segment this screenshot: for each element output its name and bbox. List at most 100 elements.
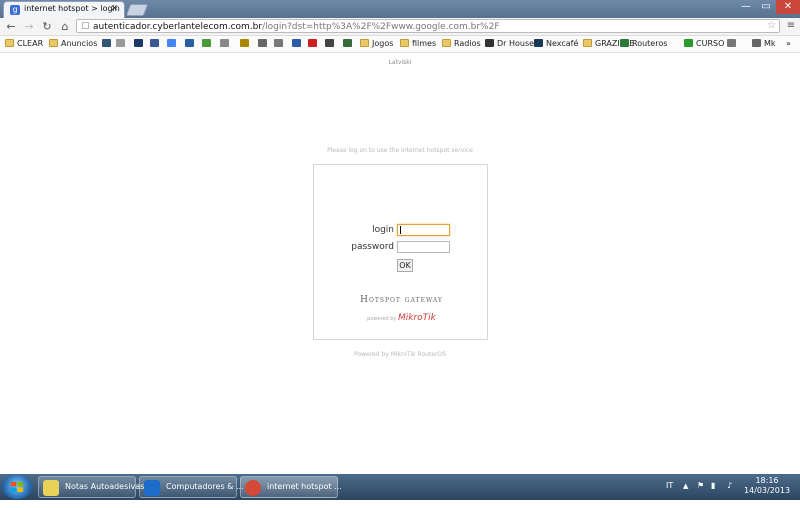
mikrotik-logo: MikroTik	[398, 313, 436, 323]
bookmark-label: Mk	[764, 39, 776, 48]
url-host: autenticador.cyberlantelecom.com.br	[93, 22, 263, 32]
maximize-button[interactable]: ▭	[756, 0, 776, 14]
browser-toolbar: ← → ↻ ⌂ ▢ autenticador.cyberlantelecom.c…	[0, 18, 800, 36]
show-hidden-icons[interactable]: ▲	[683, 482, 688, 508]
taskbar-item-2[interactable]: internet hotspot ...	[240, 476, 342, 498]
bookmark-label: CURSO	[696, 39, 725, 48]
login-notice: Please log on to use the internet hotspo…	[327, 147, 473, 154]
reload-icon[interactable]: ↻	[40, 20, 54, 33]
bookmark--[interactable]: »	[786, 37, 791, 51]
taskbar-item-label: Notas Autoadesivas	[65, 482, 145, 491]
bookmark-dr-house[interactable]: Dr House	[485, 37, 534, 51]
site-icon	[116, 39, 125, 47]
powered-by-mikrotik[interactable]: powered by MikroTik	[314, 313, 489, 323]
bookmark-item-11[interactable]	[258, 37, 270, 51]
site-icon	[620, 39, 629, 47]
minimize-button[interactable]: —	[736, 0, 756, 14]
site-icon	[534, 39, 543, 47]
youtube-icon	[308, 39, 317, 47]
hotspot-gateway-title: Hotspot gateway	[314, 295, 489, 305]
bookmark-item-10[interactable]	[240, 37, 252, 51]
login-label: login	[372, 225, 394, 235]
volume-icon[interactable]: ♪	[727, 481, 732, 507]
bookmark-radios[interactable]: Radios	[442, 37, 481, 51]
new-tab-button[interactable]	[125, 4, 149, 16]
bookmark-label: Radios	[454, 39, 481, 48]
close-window-button[interactable]: ✕	[776, 0, 800, 14]
tab-title: internet hotspot > login	[24, 4, 120, 13]
address-bar[interactable]: ▢ autenticador.cyberlantelecom.com.br/lo…	[76, 19, 780, 33]
bookmark-label: »	[786, 39, 791, 48]
password-input[interactable]	[397, 241, 450, 253]
bookmark-clear[interactable]: CLEAR	[5, 37, 43, 51]
taskbar-item-0[interactable]: Notas Autoadesivas	[38, 476, 144, 498]
wrench-menu-icon[interactable]: ≡	[785, 20, 797, 32]
system-clock[interactable]: 18:16 14/03/2013	[742, 476, 792, 496]
action-center-flag-icon[interactable]: ⚑	[697, 481, 704, 507]
window-titlebar: g internet hotspot > login ✕ — ▭ ✕	[0, 0, 800, 18]
bookmark-item-13[interactable]	[292, 37, 304, 51]
back-arrow-icon[interactable]: ←	[4, 20, 18, 33]
folder-icon	[583, 39, 592, 47]
start-button[interactable]	[2, 475, 32, 499]
bookmark-item-6[interactable]	[167, 37, 179, 51]
taskbar-item-label: Computadores & ...	[166, 482, 244, 491]
bookmark-item-9[interactable]	[220, 37, 232, 51]
ok-button[interactable]: OK	[397, 259, 413, 272]
folder-icon	[49, 39, 58, 47]
google-icon	[167, 39, 176, 47]
bookmark-star-icon[interactable]: ☆	[767, 20, 776, 31]
bookmark-item-3[interactable]	[116, 37, 128, 51]
bookmark-label: Routeros	[632, 39, 668, 48]
forward-arrow-icon[interactable]: →	[22, 20, 36, 33]
browser-tab[interactable]: g internet hotspot > login ✕	[3, 1, 125, 18]
bookmark-anuncios[interactable]: Anuncios	[49, 37, 97, 51]
network-signal-icon[interactable]: ▮	[711, 481, 715, 507]
bookmark-item-14[interactable]	[308, 37, 320, 51]
page-content: Latviski Please log on to use the intern…	[0, 53, 800, 474]
bookmark-item-7[interactable]	[185, 37, 197, 51]
bookmark-routeros[interactable]: Routeros	[620, 37, 667, 51]
site-icon	[102, 39, 111, 47]
bookmark-label: Dr House	[497, 39, 535, 48]
text-caret	[400, 226, 401, 234]
bookmark-label: filmes	[412, 39, 437, 48]
bookmark-item-16[interactable]	[343, 37, 355, 51]
bookmarks-bar: CLEAR Anuncios Jogos filmes Radios Dr House Ne…	[0, 36, 800, 53]
bookmark-label: Jogos	[372, 39, 394, 48]
home-icon[interactable]: ⌂	[58, 20, 72, 33]
folder-icon	[442, 39, 451, 47]
bookmark-item-2[interactable]	[102, 37, 114, 51]
bookmark-item-4[interactable]	[134, 37, 146, 51]
page-info-icon[interactable]: ▢	[81, 21, 90, 31]
bookmark-mk[interactable]: Mk	[752, 37, 776, 51]
bookmark-item-5[interactable]	[150, 37, 162, 51]
bookmark-jogos[interactable]: Jogos	[360, 37, 393, 51]
taskbar-item-1[interactable]: Computadores & ...	[139, 476, 244, 498]
site-icon	[202, 39, 211, 47]
site-icon	[240, 39, 249, 47]
login-box: login password OK Hotspot gateway powere…	[313, 164, 488, 340]
site-icon	[485, 39, 494, 47]
bookmark-item-25[interactable]	[727, 37, 739, 51]
bookmark-item-15[interactable]	[325, 37, 337, 51]
gateway-title-text: Hotspot gateway	[360, 295, 443, 305]
bookmark-filmes[interactable]: filmes	[400, 37, 436, 51]
language-link[interactable]: Latviski	[0, 59, 800, 66]
site-icon	[220, 39, 229, 47]
bookmark-item-12[interactable]	[274, 37, 286, 51]
bookmark-item-8[interactable]	[202, 37, 214, 51]
facebook-icon	[150, 39, 159, 47]
login-input[interactable]	[397, 224, 450, 236]
channel4-icon	[292, 39, 301, 47]
bookmark-nexcaf-[interactable]: Nexcafé	[534, 37, 578, 51]
tab-close-icon[interactable]: ✕	[110, 4, 118, 14]
sticky-notes-icon	[43, 480, 59, 496]
routeros-footer[interactable]: Powered by MikroTik RouterOS	[0, 351, 800, 358]
clock-date: 14/03/2013	[743, 486, 791, 495]
site-icon	[134, 39, 143, 47]
k-icon	[185, 39, 194, 47]
bookmark-curso[interactable]: CURSO	[684, 37, 724, 51]
password-label: password	[351, 242, 394, 252]
site-icon	[325, 39, 334, 47]
